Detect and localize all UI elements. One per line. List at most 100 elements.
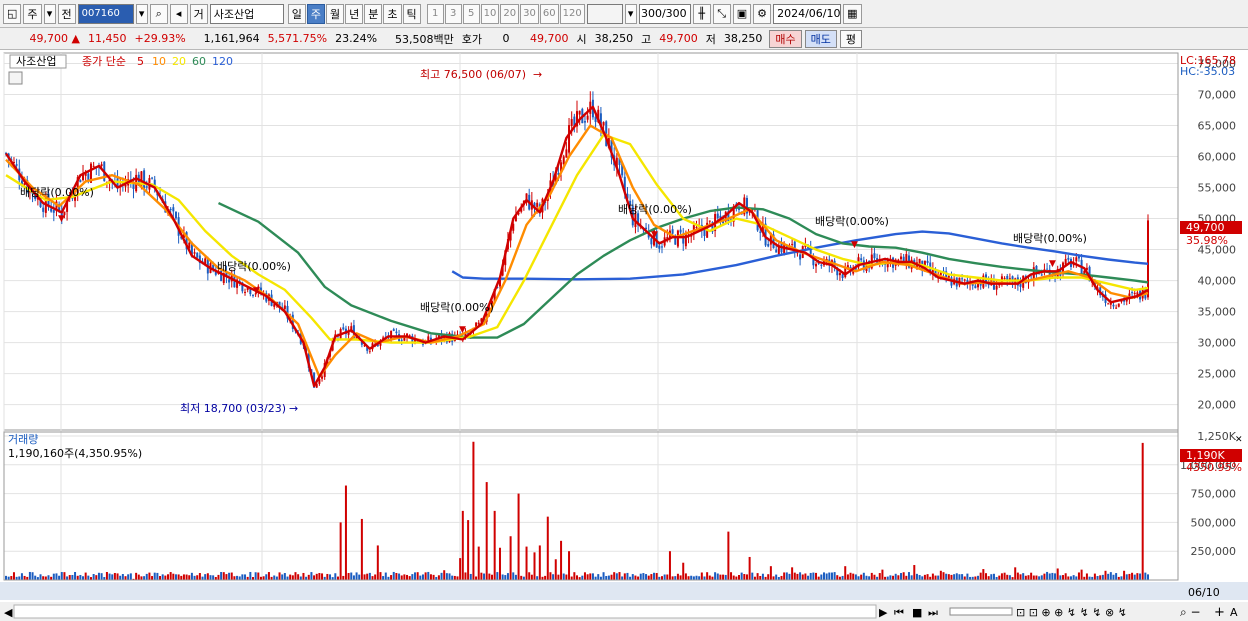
interval-button-20[interactable]: 20 <box>500 3 520 24</box>
period-tab-6[interactable]: 틱 <box>402 3 421 24</box>
volume-bar <box>233 576 236 580</box>
tools-icon[interactable]: ⊡ ⊡ ⊕ ⊕ ↯ ↯ ↯ ⊗ ↯ <box>1016 606 1127 619</box>
scroll-left-icon[interactable]: ◀ <box>4 606 13 619</box>
scrollbar-track[interactable] <box>13 604 877 619</box>
stock-chart[interactable]: 최고 76,500 (06/07) →최저 18,700 (03/23) →배당락(… <box>0 51 1248 621</box>
volume-bar <box>809 572 812 580</box>
volume-bar <box>549 572 552 580</box>
volume-bar <box>698 576 701 580</box>
period-mode-dropdown-icon[interactable]: ▾ <box>43 3 56 24</box>
volume-bar <box>1112 574 1115 580</box>
candle-body <box>671 229 674 234</box>
volume-bar <box>504 575 507 580</box>
volume-bar <box>310 572 313 580</box>
date-field[interactable]: 2024/06/10 <box>773 3 842 24</box>
volume-bar <box>727 531 730 580</box>
zoom-in-icon[interactable]: + <box>1214 605 1225 620</box>
turnover-rate: 23.24% <box>335 32 378 45</box>
eval-button[interactable]: 평 <box>839 29 863 48</box>
volume-bar <box>66 576 69 580</box>
volume-bar <box>254 572 257 580</box>
volume-bar <box>892 575 895 580</box>
interval-select[interactable] <box>586 3 623 24</box>
interval-button-60[interactable]: 60 <box>539 3 559 24</box>
zoom-slider[interactable] <box>949 607 1013 616</box>
volume-bar <box>730 572 733 580</box>
candle-icon[interactable]: ╫ <box>692 3 711 24</box>
stock-name-field[interactable]: 사조산업 <box>209 3 284 24</box>
interval-dropdown-icon[interactable]: ▾ <box>624 3 637 24</box>
volume-bar <box>177 574 180 580</box>
interval-button-3[interactable]: 3 <box>444 3 462 24</box>
zoom-out-icon[interactable]: ⌕ − <box>1180 605 1201 619</box>
period-tab-2[interactable]: 월 <box>326 3 345 24</box>
volume-bar <box>1048 573 1051 580</box>
volume-bar <box>18 576 21 580</box>
count-field[interactable]: 300/300 <box>638 3 691 24</box>
prev-button[interactable]: 전 <box>57 3 76 24</box>
volume-bar <box>60 572 63 580</box>
candle-body <box>565 149 568 158</box>
volume-bar <box>1141 442 1144 580</box>
period-tab-0[interactable]: 일 <box>287 3 306 24</box>
chart-type-icon[interactable]: ⤡ <box>712 3 731 24</box>
period-tab-4[interactable]: 분 <box>364 3 383 24</box>
period-mode-select[interactable]: 주 <box>23 3 42 24</box>
scroll-right-icon[interactable]: ▶ <box>879 606 888 619</box>
volume-bar <box>623 573 626 580</box>
candle-body <box>578 110 581 115</box>
search-icon[interactable]: ⌕ <box>149 3 168 24</box>
window-icon[interactable]: ◱ <box>3 3 22 24</box>
stop-icon[interactable]: ■ <box>912 606 922 619</box>
volume-bar <box>87 575 90 580</box>
volume-bar <box>735 576 738 580</box>
volume-bar <box>95 575 98 580</box>
volume-bar <box>307 574 310 580</box>
volume-bar <box>153 572 156 580</box>
rewind-icon[interactable]: ⏮ <box>894 606 904 619</box>
candle-body <box>1019 283 1022 287</box>
period-tab-5[interactable]: 초 <box>383 3 402 24</box>
volume-bar <box>655 573 658 580</box>
text-size-icon[interactable]: A <box>1230 606 1238 619</box>
volume-bar <box>350 572 353 580</box>
volume-bar <box>894 573 897 580</box>
volume-bar <box>321 573 324 580</box>
speaker-icon[interactable]: ◂ <box>169 3 188 24</box>
volume-bar <box>530 574 533 580</box>
volume-bar <box>76 575 79 580</box>
forward-icon[interactable]: ⏭ <box>928 606 938 619</box>
code-dropdown-icon[interactable]: ▾ <box>135 3 148 24</box>
volume-bar <box>329 574 332 580</box>
volume-bar <box>692 576 695 580</box>
buy-button[interactable]: 매수 <box>769 29 802 48</box>
volume-bar <box>111 574 114 580</box>
type-button[interactable]: 거 <box>189 3 208 24</box>
volume-bar <box>775 574 778 580</box>
volume-title: 거래량 <box>8 433 38 446</box>
interval-button-120[interactable]: 120 <box>559 3 585 24</box>
period-tab-3[interactable]: 년 <box>345 3 364 24</box>
period-tab-1[interactable]: 주 <box>306 3 326 24</box>
stock-code-input[interactable]: 007160 <box>77 3 134 24</box>
calendar-icon[interactable]: ▦ <box>843 3 862 24</box>
volume-bar <box>1006 574 1009 580</box>
dividend-marker-icon: ▼ <box>253 286 260 296</box>
candle-body <box>1107 303 1110 305</box>
volume-bar <box>926 574 929 580</box>
gear-icon[interactable]: ⚙ <box>753 3 772 24</box>
dividend-label: 배당락(0.00%) <box>420 301 494 314</box>
candle-body <box>42 207 45 212</box>
interval-button-10[interactable]: 10 <box>480 3 500 24</box>
candle-body <box>283 305 286 310</box>
interval-button-30[interactable]: 30 <box>520 3 539 24</box>
interval-button-5[interactable]: 5 <box>462 3 480 24</box>
volume-bar <box>116 573 119 580</box>
volume-bar <box>613 572 616 580</box>
panel-close-icon[interactable]: ✕ <box>1235 435 1243 445</box>
interval-button-1[interactable]: 1 <box>426 3 444 24</box>
sell-button[interactable]: 매도 <box>804 29 837 48</box>
table-icon[interactable] <box>8 71 23 85</box>
candle-body <box>570 119 573 127</box>
save-icon[interactable]: ▣ <box>732 3 752 24</box>
